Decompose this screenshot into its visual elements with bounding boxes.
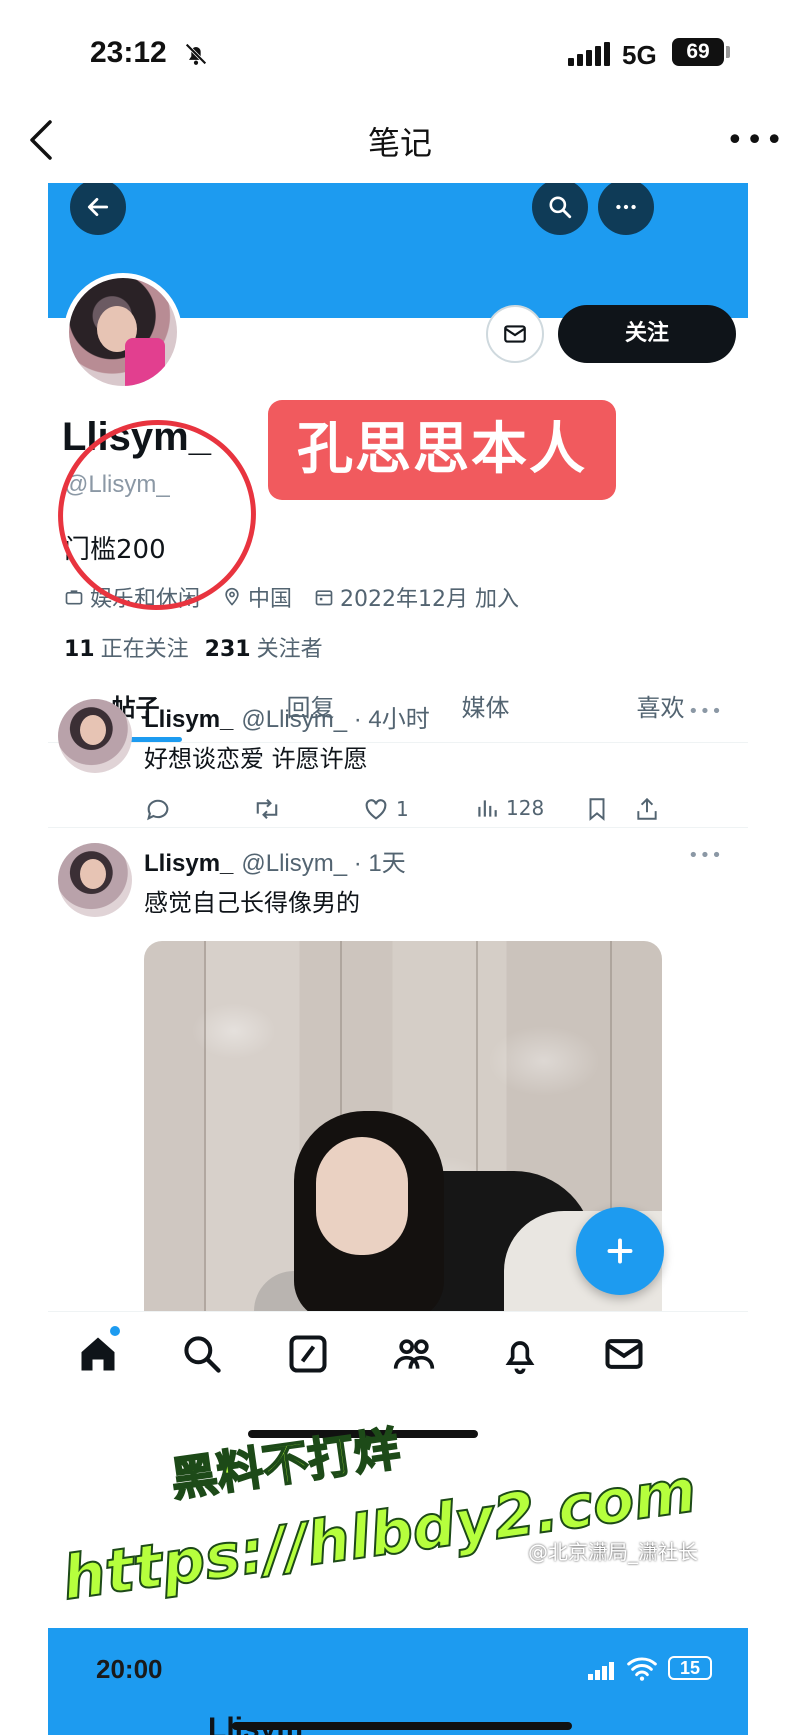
bookmark-button[interactable] (584, 795, 610, 823)
tweet-actions: 1 128 (144, 795, 734, 831)
tweet-header: Llisym_ @Llisym_ · 4小时 (144, 699, 430, 734)
share-button[interactable] (634, 795, 660, 823)
tweet-avatar-face (80, 859, 106, 889)
tweet-author-name[interactable]: Llisym_ (144, 706, 233, 733)
location-pin-icon (225, 587, 239, 606)
meta-location: 中国 (222, 581, 292, 613)
outer-home-indicator (232, 1722, 572, 1730)
like-count: 1 (396, 797, 409, 821)
following-count: 11 (64, 637, 95, 662)
reply-icon (147, 799, 169, 821)
meta-location-text: 中国 (248, 587, 293, 612)
top-nav-bar: 笔记 ••• (0, 100, 800, 180)
reply-button[interactable] (144, 795, 172, 823)
tweet-photo[interactable] (144, 941, 662, 1361)
following-stat[interactable]: 11 正在关注 (64, 631, 189, 663)
share-icon (637, 797, 657, 820)
bottom-tab-bar (48, 1311, 748, 1453)
calendar-icon (315, 590, 333, 606)
profile-avatar[interactable] (64, 273, 182, 391)
search-icon (549, 196, 572, 219)
avatar-shirt (125, 338, 165, 386)
tweet-meta: @Llisym_ · 1天 (241, 850, 406, 877)
wall-seam (204, 941, 206, 1361)
tweet-author-name[interactable]: Llisym_ (144, 850, 233, 877)
tweet-more-button[interactable]: ••• (688, 845, 723, 866)
like-button[interactable]: 1 (362, 795, 409, 823)
tweet-avatar[interactable] (58, 843, 132, 917)
follow-button[interactable]: 关注 (558, 305, 736, 363)
messages-icon[interactable] (602, 1332, 646, 1376)
status-time: 23:12 (90, 36, 167, 69)
heart-icon (365, 799, 387, 820)
second-screenshot-strip: 20:00 15 Llisym_ (48, 1628, 748, 1735)
retweet-icon (256, 799, 278, 819)
wifi-icon (627, 1657, 657, 1681)
tweet-avatar[interactable] (58, 699, 132, 773)
bookmark-icon (589, 798, 605, 821)
tweet-avatar-face (80, 715, 106, 745)
lower-signal-icon (588, 1662, 614, 1680)
tweet-text: 好想谈恋爱 许愿许愿 (144, 745, 368, 773)
lower-status-time: 20:00 (96, 1654, 163, 1684)
home-icon[interactable] (76, 1332, 120, 1376)
tweet-more-button[interactable]: ••• (688, 701, 723, 722)
more-menu-button[interactable]: ••• (726, 126, 785, 156)
annotation-label: 孔思思本人 (268, 400, 616, 500)
mail-icon (504, 325, 526, 343)
briefcase-icon (65, 590, 83, 605)
followers-stat[interactable]: 231 关注者 (205, 631, 323, 663)
compose-fab-button[interactable] (576, 1207, 664, 1295)
following-label: 正在关注 (100, 637, 189, 662)
bell-icon[interactable] (498, 1332, 542, 1376)
followers-label: 关注者 (256, 637, 323, 662)
tweet-meta: @Llisym_ · 4小时 (241, 706, 430, 733)
communities-icon[interactable] (392, 1332, 436, 1376)
bell-off-icon (185, 43, 207, 65)
photo-face (316, 1137, 408, 1255)
tweet-divider (48, 827, 748, 828)
profile-screenshot: 关注 Llisym_ @Llisym_ 门槛200 娱乐和休闲 中国 2022年… (48, 183, 748, 1453)
page-title: 笔记 (367, 124, 432, 162)
views-button[interactable]: 128 (474, 795, 544, 821)
home-unread-dot (110, 1326, 120, 1336)
more-icon (616, 204, 636, 210)
status-bar: 23:12 5G 69 (0, 0, 800, 100)
lower-battery: 15 (668, 1656, 712, 1680)
signal-icon (568, 42, 610, 66)
weibo-credit: @北京潇局_潇社长 (528, 1540, 698, 1564)
compose-icon[interactable] (286, 1332, 330, 1376)
views-icon (478, 800, 497, 817)
message-button[interactable] (486, 305, 544, 363)
battery-tip (726, 46, 730, 58)
network-type: 5G (622, 40, 657, 70)
tweet-text: 感觉自己长得像男的 (144, 889, 360, 917)
follow-stats: 11 正在关注 231 关注者 (64, 631, 323, 663)
plus-icon (607, 1238, 633, 1264)
battery-indicator: 69 (672, 38, 724, 66)
tweet-header: Llisym_ @Llisym_ · 1天 (144, 843, 406, 878)
search-icon[interactable] (180, 1332, 224, 1376)
views-count: 128 (506, 796, 545, 820)
back-arrow-icon (87, 198, 109, 216)
followers-count: 231 (204, 637, 251, 662)
meta-joined-text: 2022年12月 加入 (340, 587, 520, 612)
meta-joined: 2022年12月 加入 (314, 581, 519, 613)
retweet-button[interactable] (252, 795, 282, 823)
